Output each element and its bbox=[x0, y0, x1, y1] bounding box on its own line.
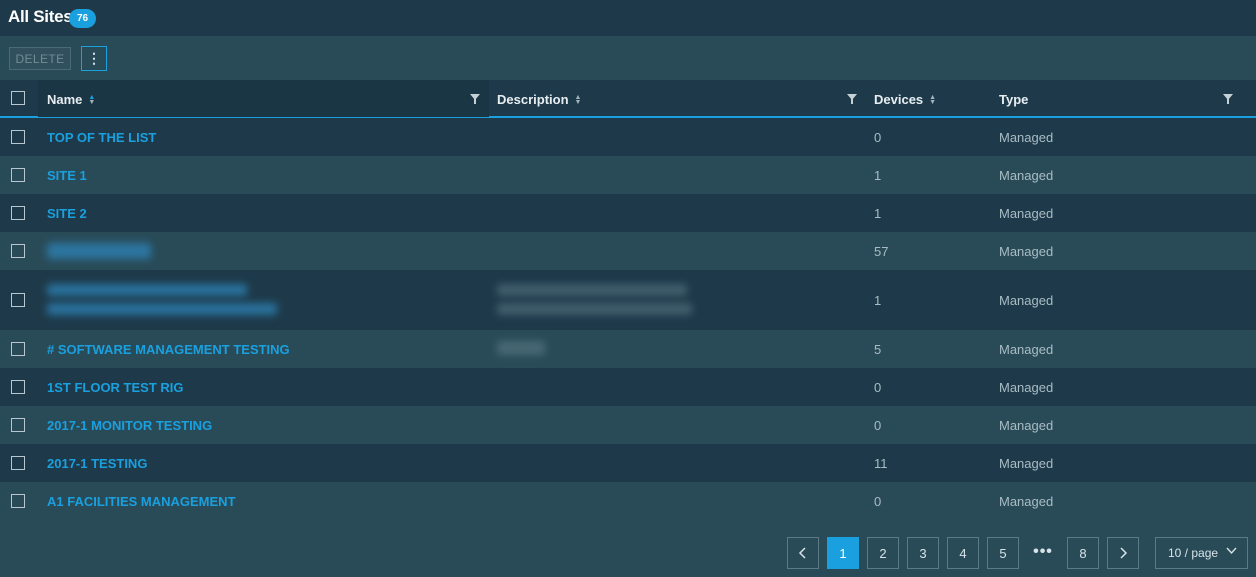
site-name-link[interactable]: A1 FACILITIES MANAGEMENT bbox=[47, 494, 236, 509]
row-checkbox[interactable] bbox=[11, 244, 25, 258]
delete-button[interactable]: DELETE bbox=[9, 47, 71, 70]
name-column-header-bg bbox=[38, 80, 489, 117]
device-count: 0 bbox=[874, 380, 882, 395]
filter-icon[interactable] bbox=[1223, 94, 1233, 104]
table-row[interactable]: SITE 2 1 Managed bbox=[0, 194, 1256, 232]
page-button-1[interactable]: 1 bbox=[827, 537, 859, 569]
sites-table: Name ▲ ▼ Description ▲ ▼ Devices ▲ ▼ Type T… bbox=[0, 80, 1256, 520]
redacted-site-name[interactable] bbox=[47, 303, 277, 315]
device-count: 11 bbox=[874, 456, 888, 471]
site-type: Managed bbox=[999, 418, 1054, 433]
site-type: Managed bbox=[999, 206, 1054, 221]
table-row[interactable]: 2017-1 MONITOR TESTING 0 Managed bbox=[0, 406, 1256, 444]
chevron-left-icon bbox=[798, 547, 806, 559]
chevron-right-icon bbox=[1120, 547, 1128, 559]
device-count: 0 bbox=[874, 494, 882, 509]
table-row[interactable]: 57 Managed bbox=[0, 232, 1256, 270]
table-row[interactable]: # SOFTWARE MANAGEMENT TESTING 5 Managed bbox=[0, 330, 1256, 368]
row-checkbox[interactable] bbox=[11, 380, 25, 394]
device-count: 0 bbox=[874, 130, 882, 145]
site-type: Managed bbox=[999, 244, 1054, 259]
redacted-description bbox=[497, 303, 692, 315]
page-button-3[interactable]: 3 bbox=[907, 537, 939, 569]
redacted-description bbox=[497, 284, 687, 296]
row-checkbox[interactable] bbox=[11, 456, 25, 470]
site-name-link[interactable]: SITE 1 bbox=[47, 168, 87, 183]
device-count: 1 bbox=[874, 293, 882, 308]
redacted-site-name[interactable] bbox=[47, 284, 247, 296]
column-header-name[interactable]: Name ▲ ▼ bbox=[47, 92, 95, 107]
column-header-type[interactable]: Type bbox=[999, 92, 1028, 107]
page-button-4[interactable]: 4 bbox=[947, 537, 979, 569]
sort-icon[interactable]: ▲ ▼ bbox=[88, 94, 95, 106]
select-all-checkbox[interactable] bbox=[11, 91, 25, 105]
column-type-label: Type bbox=[999, 92, 1029, 107]
chevron-down-icon bbox=[1226, 546, 1237, 558]
table-row[interactable]: 1ST FLOOR TEST RIG 0 Managed bbox=[0, 368, 1256, 406]
row-checkbox[interactable] bbox=[11, 293, 25, 307]
site-type: Managed bbox=[999, 456, 1054, 471]
next-page-button[interactable] bbox=[1107, 537, 1139, 569]
device-count: 5 bbox=[874, 342, 882, 357]
table-header: Name ▲ ▼ Description ▲ ▼ Devices ▲ ▼ Type bbox=[0, 80, 1256, 118]
more-options-button[interactable]: ⋮ bbox=[81, 46, 107, 71]
site-name-link[interactable]: # SOFTWARE MANAGEMENT TESTING bbox=[47, 342, 290, 357]
table-row[interactable]: SITE 1 1 Managed bbox=[0, 156, 1256, 194]
device-count: 1 bbox=[874, 206, 882, 221]
table-row[interactable]: 2017-1 TESTING 11 Managed bbox=[0, 444, 1256, 482]
site-type: Managed bbox=[999, 168, 1054, 183]
page-size-select[interactable]: 10 / page bbox=[1155, 537, 1248, 569]
column-name-label: Name bbox=[47, 92, 83, 107]
row-checkbox[interactable] bbox=[11, 168, 25, 182]
sort-icon[interactable]: ▲ ▼ bbox=[575, 94, 582, 106]
count-badge: 76 bbox=[69, 9, 96, 28]
column-header-description[interactable]: Description ▲ ▼ bbox=[497, 92, 581, 107]
redacted-description bbox=[497, 341, 545, 355]
table-row[interactable]: 1 Managed bbox=[0, 270, 1256, 330]
site-type: Managed bbox=[999, 494, 1054, 509]
device-count: 1 bbox=[874, 168, 882, 183]
row-checkbox[interactable] bbox=[11, 342, 25, 356]
row-checkbox[interactable] bbox=[11, 206, 25, 220]
table-row[interactable]: A1 FACILITIES MANAGEMENT 0 Managed bbox=[0, 482, 1256, 520]
table-row[interactable]: TOP OF THE LIST 0 Managed bbox=[0, 118, 1256, 156]
page-button-5[interactable]: 5 bbox=[987, 537, 1019, 569]
column-description-label: Description bbox=[497, 92, 569, 107]
site-name-link[interactable]: 2017-1 MONITOR TESTING bbox=[47, 418, 212, 433]
page-button-2[interactable]: 2 bbox=[867, 537, 899, 569]
page-title: All Sites bbox=[8, 7, 73, 26]
row-checkbox[interactable] bbox=[11, 130, 25, 144]
prev-page-button[interactable] bbox=[787, 537, 819, 569]
row-checkbox[interactable] bbox=[11, 494, 25, 508]
toolbar: DELETE ⋮ bbox=[0, 36, 1256, 80]
filter-icon[interactable] bbox=[847, 94, 857, 104]
site-name-link[interactable]: TOP OF THE LIST bbox=[47, 130, 156, 145]
site-type: Managed bbox=[999, 342, 1054, 357]
site-name-link[interactable]: 2017-1 TESTING bbox=[47, 456, 147, 471]
site-type: Managed bbox=[999, 130, 1054, 145]
pagination: 1 2 3 4 5 ••• 8 10 / page bbox=[0, 537, 1256, 569]
page-size-value: 10 / page bbox=[1168, 546, 1219, 560]
row-checkbox[interactable] bbox=[11, 418, 25, 432]
site-name-link[interactable]: SITE 2 bbox=[47, 206, 87, 221]
filter-icon[interactable] bbox=[470, 94, 480, 104]
site-type: Managed bbox=[999, 380, 1054, 395]
site-name-link[interactable]: 1ST FLOOR TEST RIG bbox=[47, 380, 184, 395]
device-count: 57 bbox=[874, 244, 889, 259]
pagination-ellipsis[interactable]: ••• bbox=[1030, 543, 1056, 561]
redacted-site-name[interactable] bbox=[47, 243, 151, 259]
page-button-8[interactable]: 8 bbox=[1067, 537, 1099, 569]
page-header: All Sites 76 bbox=[0, 0, 1256, 36]
device-count: 0 bbox=[874, 418, 882, 433]
column-header-devices[interactable]: Devices ▲ ▼ bbox=[874, 92, 936, 107]
sort-icon[interactable]: ▲ ▼ bbox=[929, 94, 936, 106]
site-type: Managed bbox=[999, 293, 1054, 308]
column-devices-label: Devices bbox=[874, 92, 924, 107]
